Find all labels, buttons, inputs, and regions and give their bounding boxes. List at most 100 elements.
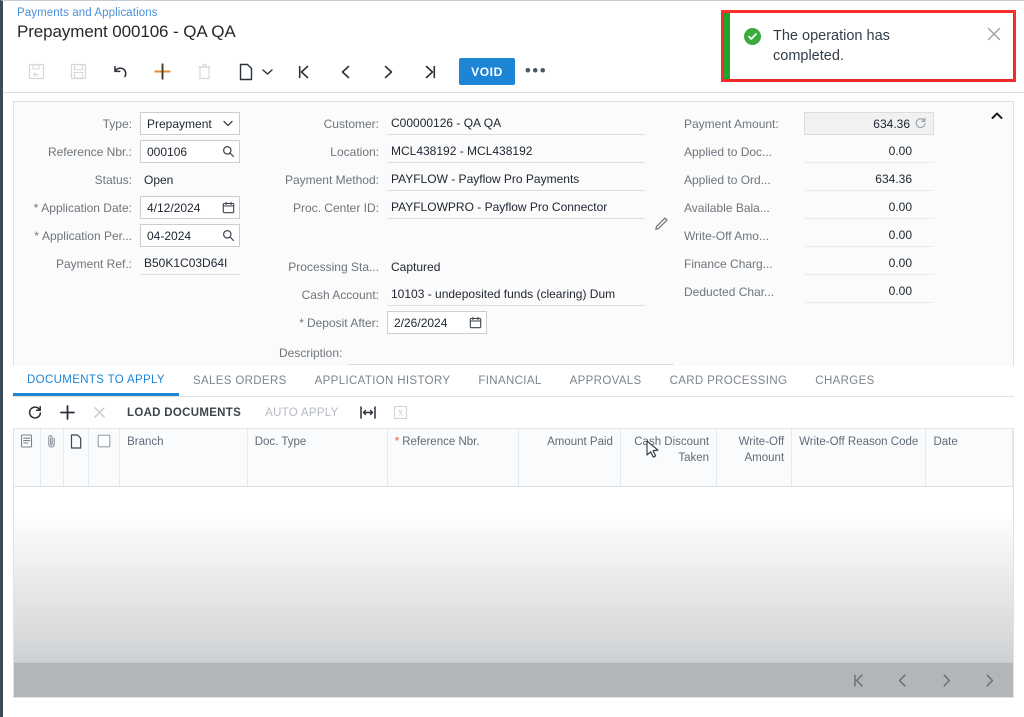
- tab-financial[interactable]: FINANCIAL: [464, 375, 555, 396]
- grid-header-amount-paid[interactable]: Amount Paid: [519, 429, 621, 486]
- field-payment-amount: Payment Amount: 634.36: [682, 110, 967, 137]
- field-value: B50K1C03D64I: [144, 256, 228, 270]
- field-label: Application Date:: [28, 201, 140, 215]
- svg-text:X: X: [397, 409, 403, 418]
- field-label: Description:: [279, 346, 343, 360]
- grid-add-row-button[interactable]: [51, 399, 84, 427]
- payment-ref-input[interactable]: B50K1C03D64I: [140, 252, 240, 275]
- grid-header-branch[interactable]: Branch: [120, 429, 248, 486]
- grid-header-cash-discount-taken[interactable]: Cash Discount Taken: [621, 429, 718, 486]
- field-application-date: Application Date: 4/12/2024: [28, 194, 273, 221]
- grid-header-reference-nbr[interactable]: Reference Nbr.: [388, 429, 520, 486]
- next-record-button[interactable]: [367, 55, 409, 89]
- status-value: Open: [140, 168, 240, 191]
- field-value: 0.00: [804, 224, 934, 247]
- add-row-icon: [59, 404, 76, 421]
- field-applied-to-documents: Applied to Doc... 0.00: [682, 138, 967, 165]
- field-processing-status: Processing Sta... Captured: [279, 253, 674, 280]
- search-icon[interactable]: [219, 145, 237, 158]
- field-label: Type:: [102, 116, 132, 131]
- grid-header-doc-type[interactable]: Doc. Type: [248, 429, 388, 486]
- grid-delete-row-button[interactable]: [84, 399, 115, 427]
- calendar-icon[interactable]: [466, 316, 484, 329]
- previous-record-button[interactable]: [325, 55, 367, 89]
- load-documents-button[interactable]: LOAD DOCUMENTS: [115, 407, 253, 419]
- description-input[interactable]: [347, 342, 674, 365]
- more-actions-button[interactable]: •••: [519, 55, 553, 89]
- grid-header-date[interactable]: Date: [926, 429, 1013, 486]
- search-icon[interactable]: [219, 229, 237, 242]
- grid-header-write-off-reason-code[interactable]: Write-Off Reason Code: [792, 429, 927, 486]
- add-new-record-button[interactable]: [141, 55, 183, 89]
- deposit-after-input[interactable]: 2/26/2024: [387, 311, 487, 334]
- payment-method-input[interactable]: PAYFLOW - Payflow Pro Payments: [387, 168, 645, 191]
- delete-record-button[interactable]: [183, 55, 225, 89]
- attachment-icon: [46, 434, 58, 449]
- edit-pencil-icon[interactable]: [654, 215, 670, 231]
- field-write-off-amount: Write-Off Amo... 0.00: [682, 222, 967, 249]
- select-all-checkbox[interactable]: [97, 434, 111, 448]
- next-page-icon[interactable]: [937, 671, 955, 689]
- tab-application-history[interactable]: APPLICATION HISTORY: [301, 375, 465, 396]
- last-record-button[interactable]: [409, 55, 451, 89]
- save-and-close-button[interactable]: [15, 55, 57, 89]
- void-button[interactable]: VOID: [459, 58, 515, 85]
- field-application-period: Application Per... 04-2024: [28, 222, 273, 249]
- field-customer: Customer: C00000126 - QA QA: [279, 110, 674, 137]
- grid-header-files[interactable]: [64, 429, 89, 486]
- refresh-icon[interactable]: [910, 117, 930, 130]
- type-dropdown[interactable]: Prepayment: [140, 112, 240, 135]
- field-label: Proc. Center ID:: [292, 200, 379, 215]
- field-location: Location: MCL438192 - MCL438192: [279, 138, 674, 165]
- application-period-input[interactable]: 04-2024: [140, 224, 240, 247]
- location-input[interactable]: MCL438192 - MCL438192: [387, 140, 645, 163]
- grid-refresh-button[interactable]: [19, 399, 51, 427]
- field-deducted-charges: Deducted Char... 0.00: [682, 278, 967, 305]
- detail-tabs: DOCUMENTS TO APPLY SALES ORDERS APPLICAT…: [13, 366, 1014, 397]
- tab-documents-to-apply[interactable]: DOCUMENTS TO APPLY: [13, 374, 179, 396]
- field-label: Applied to Ord...: [684, 172, 771, 187]
- undo-button[interactable]: [99, 55, 141, 89]
- grid-toolbar: LOAD DOCUMENTS AUTO APPLY X: [13, 397, 1014, 429]
- export-to-excel-icon: X: [393, 405, 408, 420]
- chevron-down-icon[interactable]: [219, 120, 237, 127]
- grid-header-select-all[interactable]: [89, 429, 121, 486]
- calendar-icon[interactable]: [219, 201, 237, 214]
- grid-header-notes[interactable]: [14, 429, 41, 486]
- customer-input[interactable]: C00000126 - QA QA: [387, 112, 645, 135]
- fit-columns-icon: [359, 405, 377, 420]
- payment-amount-input[interactable]: 634.36: [804, 112, 934, 135]
- refresh-icon: [27, 405, 43, 421]
- cash-account-input[interactable]: 10103 - undeposited funds (clearing) Dum: [387, 283, 645, 306]
- field-value: 0.00: [804, 196, 934, 219]
- field-available-balance: Available Bala... 0.00: [682, 194, 967, 221]
- previous-page-icon[interactable]: [893, 671, 911, 689]
- tab-charges[interactable]: CHARGES: [801, 375, 888, 396]
- auto-apply-button[interactable]: AUTO APPLY: [253, 407, 351, 419]
- tab-approvals[interactable]: APPROVALS: [556, 375, 656, 396]
- grid-header-write-off-amount[interactable]: Write-Off Amount: [717, 429, 793, 486]
- fit-columns-button[interactable]: [351, 399, 385, 427]
- application-date-input[interactable]: 4/12/2024: [140, 196, 240, 219]
- tab-card-processing[interactable]: CARD PROCESSING: [656, 375, 802, 396]
- field-label: Write-Off Amo...: [684, 228, 769, 243]
- field-applied-to-orders: Applied to Ord... 634.36: [682, 166, 967, 193]
- field-type: Type: Prepayment: [28, 110, 273, 137]
- export-to-excel-button[interactable]: X: [385, 399, 416, 427]
- chevron-up-icon[interactable]: [989, 108, 1005, 124]
- reference-nbr-input[interactable]: 000106: [140, 140, 240, 163]
- grid-header-attachment[interactable]: [41, 429, 64, 486]
- proc-center-id-input[interactable]: PAYFLOWPRO - Payflow Pro Connector: [387, 196, 645, 219]
- close-icon[interactable]: [985, 25, 1003, 43]
- last-page-icon[interactable]: [981, 671, 999, 689]
- field-value: C00000126 - QA QA: [391, 116, 502, 130]
- field-value: 04-2024: [147, 228, 192, 243]
- copy-paste-dropdown[interactable]: [257, 55, 277, 89]
- first-record-button[interactable]: [283, 55, 325, 89]
- save-button[interactable]: [57, 55, 99, 89]
- first-page-icon[interactable]: [849, 671, 867, 689]
- save-and-close-icon: [28, 63, 45, 80]
- form-column-left: Type: Prepayment Reference Nbr.: 000106: [28, 110, 273, 278]
- tab-sales-orders[interactable]: SALES ORDERS: [179, 375, 301, 396]
- undo-icon: [111, 63, 130, 80]
